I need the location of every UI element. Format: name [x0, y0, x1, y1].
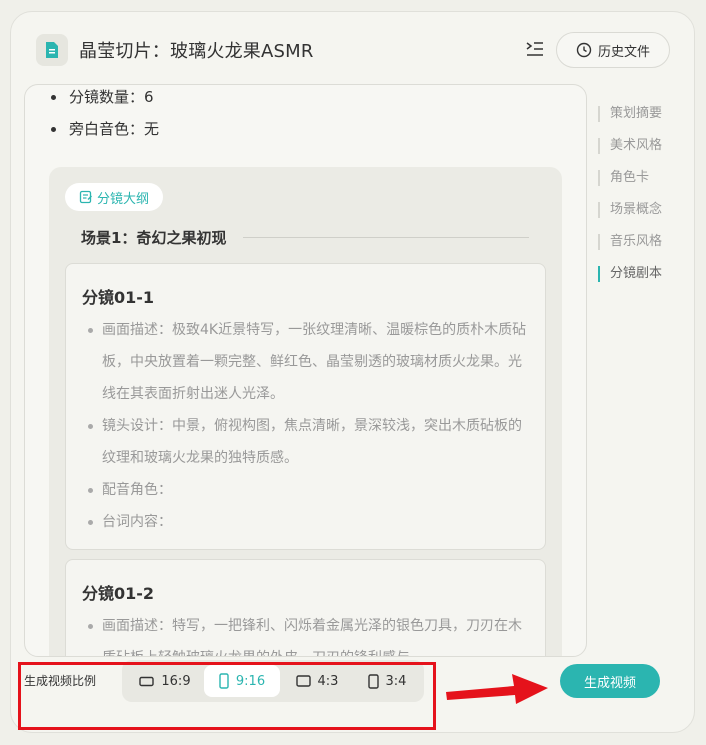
outline-tag: 分镜大纲 [65, 183, 164, 211]
header: 晶莹切片：玻璃火龙果ASMR 历史文件 [11, 12, 694, 88]
shot-detail: 画面描述：极致4K近景特写，一张纹理清晰、温暖棕色的质朴木质砧板，中央放置着一颗… [88, 314, 532, 410]
shot-title: 分镜01-1 [82, 288, 155, 307]
history-files-label: 历史文件 [597, 44, 650, 60]
toc-item-music-style[interactable]: 音乐风格 [598, 234, 688, 266]
toc-item-art-style[interactable]: 美术风格 [598, 138, 688, 170]
toc-item-storyboard-script[interactable]: 分镜剧本 [598, 266, 688, 298]
shot-detail: 画面描述：特写，一把锋利、闪烁着金属光泽的银色刀具，刀刃在木质砧板上轻触玻璃火龙… [88, 610, 532, 656]
outline-toggle-icon[interactable] [525, 39, 545, 59]
shot-detail: 镜头设计：中景，俯视构图，焦点清晰，景深较浅，突出木质砧板的纹理和玻璃火龙果的独… [88, 410, 532, 474]
summary-item: 分镜数量：6 [51, 87, 159, 119]
scene-divider [243, 237, 529, 238]
shot-title: 分镜01-2 [82, 584, 155, 603]
outline-doc-icon [79, 190, 92, 204]
script-content-panel[interactable]: 分镜数量：6 旁白音色：无 分镜大纲 场景1：奇幻之果初现 分镜01-1 画面描… [24, 84, 587, 657]
annotation-arrow-icon [446, 674, 548, 704]
table-of-contents: 策划摘要 美术风格 角色卡 场景概念 音乐风格 分镜剧本 [598, 106, 688, 298]
history-files-button[interactable]: 历史文件 [556, 32, 670, 68]
toc-item-scene-concept[interactable]: 场景概念 [598, 202, 688, 234]
toc-item-summary[interactable]: 策划摘要 [598, 106, 688, 138]
shot-card: 分镜01-1 画面描述：极致4K近景特写，一张纹理清晰、温暖棕色的质朴木质砧板，… [65, 263, 546, 550]
shot-detail: 配音角色： [88, 474, 532, 506]
outline-tag-label: 分镜大纲 [97, 191, 150, 207]
summary-list: 分镜数量：6 旁白音色：无 [51, 85, 159, 151]
app-window: 晶莹切片：玻璃火龙果ASMR 历史文件 分镜数量：6 旁白音色：无 分镜大纲 场… [10, 11, 695, 733]
history-icon [576, 42, 592, 58]
generate-video-button[interactable]: 生成视频 [560, 664, 660, 698]
storyboard-outline: 分镜大纲 场景1：奇幻之果初现 分镜01-1 画面描述：极致4K近景特写，一张纹… [49, 167, 562, 656]
annotation-highlight-box [18, 662, 436, 730]
scene-title: 场景1：奇幻之果初现 [81, 229, 227, 247]
shot-detail: 台词内容： [88, 506, 532, 538]
toc-item-character-card[interactable]: 角色卡 [598, 170, 688, 202]
page-title: 晶莹切片：玻璃火龙果ASMR [79, 41, 314, 62]
shot-card: 分镜01-2 画面描述：特写，一把锋利、闪烁着金属光泽的银色刀具，刀刃在木质砧板… [65, 559, 546, 656]
document-icon [36, 34, 68, 66]
summary-item: 旁白音色：无 [51, 119, 159, 151]
